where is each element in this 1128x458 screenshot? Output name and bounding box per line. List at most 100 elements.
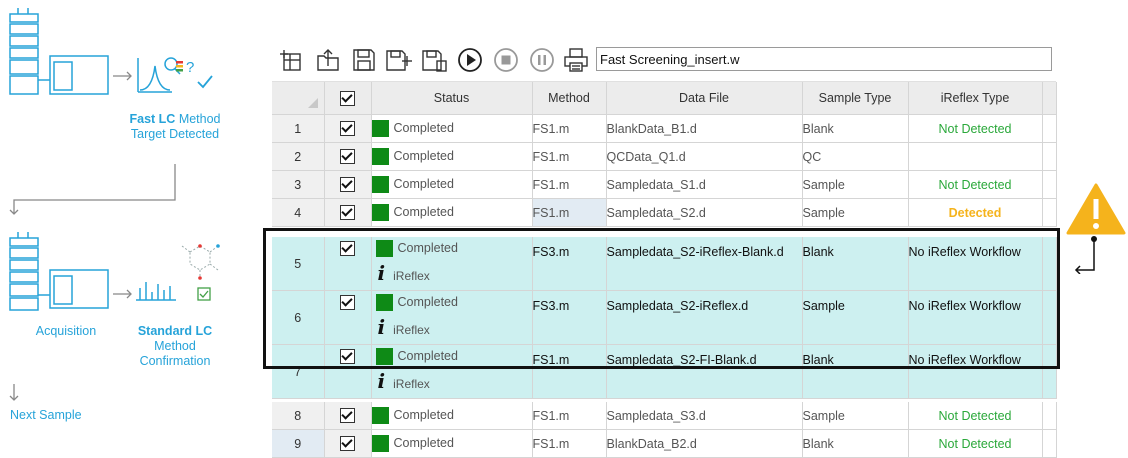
save-new-button[interactable]	[384, 46, 412, 74]
ireflex-status-text: iReflex	[393, 377, 430, 391]
play-icon	[458, 48, 482, 72]
sequence-filename-field[interactable]: Fast Screening_insert.w	[596, 47, 1052, 71]
method-cell[interactable]: FS1.m	[532, 170, 607, 199]
header-status[interactable]: Status	[371, 82, 533, 115]
color-bars-icon	[176, 61, 183, 72]
status-text: Completed	[393, 176, 454, 191]
row-checkbox-cell[interactable]	[324, 402, 372, 430]
new-sequence-button[interactable]	[278, 46, 306, 74]
header-method[interactable]: Method	[532, 82, 607, 115]
row-number: 8	[272, 402, 325, 430]
row-checkbox-cell[interactable]	[324, 170, 372, 199]
lc-instrument-icon-2	[9, 232, 109, 311]
header-filler	[1042, 82, 1057, 115]
data-file-cell[interactable]: Sampledata_S2.d	[606, 198, 803, 227]
status-cell: Completed	[371, 114, 533, 143]
select-all-checkbox[interactable]	[340, 90, 355, 106]
method-cell[interactable]: FS1.m	[532, 142, 607, 171]
row-number: 1	[272, 114, 325, 143]
row-number: 4	[272, 198, 325, 227]
run-button[interactable]	[456, 46, 484, 74]
checkmark-icon	[197, 75, 213, 89]
workflow-diagram: ? Fast LC Method Target Detected Acquisi…	[0, 0, 240, 444]
filler-cell	[1042, 170, 1057, 199]
save-as-icon	[422, 50, 447, 72]
check-box-icon	[197, 287, 211, 301]
filler-cell	[1042, 402, 1057, 430]
row-checkbox[interactable]	[340, 149, 355, 165]
data-file-cell[interactable]: QCData_Q1.d	[606, 142, 803, 171]
table-row[interactable]: 1 Completed FS1.m BlankData_B1.d Blank N…	[272, 114, 1057, 143]
stop-button[interactable]	[492, 46, 520, 74]
open-button[interactable]	[314, 46, 342, 74]
status-text: Completed	[393, 148, 454, 163]
print-button[interactable]	[562, 46, 590, 74]
arrow-right-icon	[113, 71, 132, 81]
method-cell[interactable]: FS1.m	[532, 198, 607, 227]
table-row[interactable]: 3 Completed FS1.m Sampledata_S1.d Sample…	[272, 170, 1057, 199]
pause-button[interactable]	[528, 46, 556, 74]
status-text: Completed	[393, 407, 454, 422]
row-checkbox[interactable]	[340, 205, 355, 221]
row-checkbox[interactable]	[340, 177, 355, 193]
ireflex-type-cell	[908, 142, 1043, 171]
sample-type-cell[interactable]: Sample	[802, 170, 909, 199]
filler-cell	[1042, 114, 1057, 143]
filler-cell	[1042, 142, 1057, 171]
filler-cell	[1042, 198, 1057, 227]
row-checkbox[interactable]	[340, 408, 355, 424]
sample-type-cell[interactable]: QC	[802, 142, 909, 171]
table-row[interactable]: 8 Completed FS1.m Sampledata_S3.d Sample…	[272, 402, 1057, 430]
next-sample-label: Next Sample	[10, 408, 82, 422]
header-ireflex-type[interactable]: iReflex Type	[908, 82, 1043, 115]
save-icon	[353, 49, 375, 71]
status-cell: Completed	[371, 198, 533, 227]
workflow-graphics: ?	[9, 8, 220, 401]
toolbar: Fast Screening_insert.w	[272, 40, 1056, 82]
completed-status-icon	[371, 120, 389, 137]
question-mark-icon: ?	[186, 59, 194, 76]
sample-type-cell[interactable]: Sample	[802, 402, 909, 430]
new-sequence-icon	[280, 50, 301, 71]
table-row[interactable]: 2 Completed FS1.m QCData_Q1.d QC	[272, 142, 1057, 171]
row-checkbox-cell[interactable]	[324, 142, 372, 171]
save-as-button[interactable]	[420, 46, 448, 74]
lc-instrument-icon	[9, 8, 109, 95]
standard-lc-label: Standard LC Method Confirmation	[137, 324, 213, 368]
pause-icon	[530, 48, 554, 72]
molecule-icon	[181, 245, 219, 278]
print-icon	[564, 48, 588, 72]
data-file-cell[interactable]: BlankData_B1.d	[606, 114, 803, 143]
method-cell[interactable]: FS1.m	[532, 114, 607, 143]
ireflex-type-cell: Not Detected	[908, 170, 1043, 199]
flow-connector	[9, 164, 176, 215]
warning-connector-arrow	[1074, 236, 1097, 274]
peak-chart-icon	[137, 58, 172, 93]
completed-status-icon	[371, 176, 389, 193]
row-checkbox[interactable]	[340, 121, 355, 137]
completed-status-icon	[371, 148, 389, 165]
sample-type-cell[interactable]: Blank	[802, 114, 909, 143]
warning-icon	[1066, 183, 1126, 235]
row-number: 3	[272, 170, 325, 199]
save-button[interactable]	[350, 46, 378, 74]
ireflex-type-cell: Detected	[908, 198, 1043, 227]
status-text: Completed	[393, 120, 454, 135]
status-cell: Completed	[371, 170, 533, 199]
data-file-cell[interactable]: Sampledata_S1.d	[606, 170, 803, 199]
next-sample-connector	[9, 384, 19, 401]
sample-type-cell[interactable]: Sample	[802, 198, 909, 227]
table-row[interactable]: 4 Completed FS1.m Sampledata_S2.d Sample…	[272, 198, 1057, 227]
info-icon: i	[377, 369, 386, 393]
status-cell: Completed	[371, 142, 533, 171]
header-select-all[interactable]	[324, 82, 372, 115]
data-file-cell[interactable]: Sampledata_S3.d	[606, 402, 803, 430]
stop-icon	[494, 48, 518, 72]
header-data-file[interactable]: Data File	[606, 82, 803, 115]
row-checkbox-cell[interactable]	[324, 198, 372, 227]
status-cell: Completed	[371, 402, 533, 430]
row-checkbox-cell[interactable]	[324, 114, 372, 143]
method-cell[interactable]: FS1.m	[532, 402, 607, 430]
save-plus-icon	[386, 50, 412, 71]
header-sample-type[interactable]: Sample Type	[802, 82, 909, 115]
